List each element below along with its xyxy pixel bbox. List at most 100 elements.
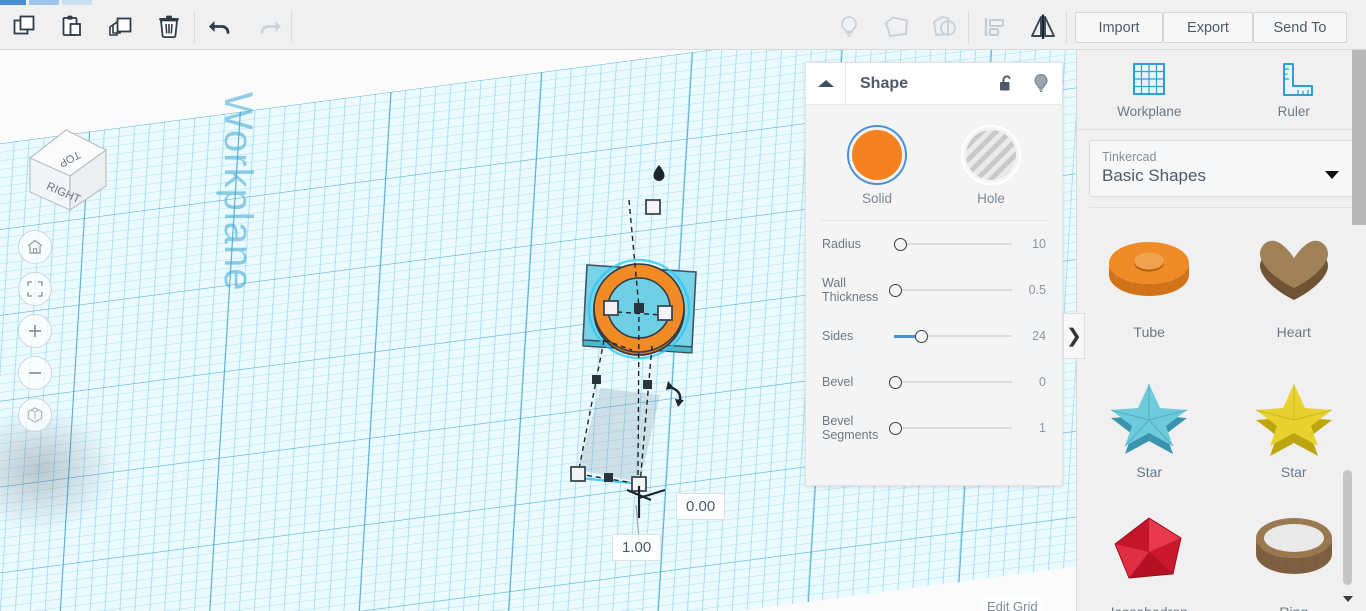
ortho-perspective-button[interactable] xyxy=(18,398,52,432)
export-button[interactable]: Export xyxy=(1163,12,1253,43)
wall-thickness-label: Wall Thickness xyxy=(822,276,879,304)
mirror-icon xyxy=(1031,14,1055,39)
paste-button[interactable] xyxy=(48,5,98,49)
height-handle-icon[interactable] xyxy=(653,165,665,181)
shape-item-star-teal[interactable]: Star xyxy=(1077,356,1222,496)
ungroup-icon xyxy=(933,16,956,36)
ring-thumb xyxy=(1244,502,1344,598)
sidebar-tool-workplane[interactable]: Workplane xyxy=(1077,50,1222,129)
toolbar-divider-2 xyxy=(291,11,292,43)
edge-handle[interactable] xyxy=(604,473,613,482)
shapes-sidebar: Workplane Ruler Tinkercad Basic Shapes T… xyxy=(1076,50,1366,611)
ungroup-button[interactable] xyxy=(920,5,970,49)
bevel-slider[interactable] xyxy=(889,372,1012,392)
duplicate-button[interactable] xyxy=(96,5,146,49)
shape-library-select[interactable]: Tinkercad Basic Shapes xyxy=(1089,140,1354,197)
fit-view-button[interactable] xyxy=(18,272,52,306)
ruler-icon xyxy=(1282,63,1313,96)
shape-item-star-yellow-label: Star xyxy=(1280,464,1307,480)
slider-knob[interactable] xyxy=(889,283,903,297)
bevel-label: Bevel xyxy=(822,375,854,389)
shape-item-heart-label: Heart xyxy=(1276,324,1311,340)
resize-handle[interactable] xyxy=(603,300,619,316)
sidebar-tool-workplane-label: Workplane xyxy=(1117,104,1182,119)
top-accent-strip xyxy=(0,0,1366,5)
slider-knob[interactable] xyxy=(894,237,907,251)
parameter-row-bevel-segments: Bevel Segments 1 xyxy=(806,405,1062,451)
undo-button[interactable] xyxy=(196,5,246,49)
slider-knob[interactable] xyxy=(889,421,903,435)
accent-segment-2 xyxy=(29,0,59,5)
workplane-grid-icon xyxy=(1133,63,1166,95)
hint-button[interactable] xyxy=(824,5,874,49)
sidebar-tools: Workplane Ruler xyxy=(1077,50,1366,130)
main-toolbar: Import Export Send To xyxy=(0,5,1366,50)
align-button[interactable] xyxy=(970,5,1020,49)
parameter-row-radius: Radius 10 xyxy=(806,221,1062,267)
measurement-chip-elevation[interactable]: 0.00 xyxy=(676,493,726,520)
shape-item-icosahedron[interactable]: Icosahedron xyxy=(1077,496,1222,611)
wall-thickness-value[interactable]: 0.5 xyxy=(1012,283,1046,297)
mirror-button[interactable] xyxy=(1018,5,1068,49)
bevel-segments-value[interactable]: 1 xyxy=(1012,421,1046,435)
accent-segment-1 xyxy=(0,0,26,5)
sides-value[interactable]: 24 xyxy=(1012,329,1046,343)
edge-handle[interactable] xyxy=(643,380,652,389)
edit-grid-button[interactable]: Edit Grid xyxy=(981,597,1044,611)
delete-icon xyxy=(159,15,179,38)
view-navigation-cube[interactable]: TOP RIGHT xyxy=(22,116,108,212)
solid-hole-selector: Solid Hole xyxy=(806,105,1062,206)
zoom-out-button[interactable] xyxy=(18,356,52,390)
shape-item-ring-label: Ring xyxy=(1279,604,1308,611)
align-icon xyxy=(984,18,1004,36)
resize-handle[interactable] xyxy=(657,305,673,321)
sidebar-tool-ruler[interactable]: Ruler xyxy=(1222,50,1366,129)
send-to-button[interactable]: Send To xyxy=(1253,12,1347,43)
delete-button[interactable] xyxy=(144,5,194,49)
resize-handle[interactable] xyxy=(645,199,661,215)
wall-thickness-slider[interactable] xyxy=(889,280,1012,300)
rotate-handle-icon[interactable] xyxy=(666,381,684,407)
minus-icon xyxy=(29,372,41,374)
parameter-row-sides: Sides 24 xyxy=(806,313,1062,359)
star-5pt-shape-icon xyxy=(1111,384,1188,454)
redo-button[interactable] xyxy=(244,5,294,49)
hole-label: Hole xyxy=(977,191,1005,206)
tube-shape-icon xyxy=(1109,242,1190,296)
shape-panel-header: Shape xyxy=(806,63,1062,105)
zoom-in-button[interactable] xyxy=(18,314,52,348)
group-button[interactable] xyxy=(872,5,922,49)
bevel-segments-slider[interactable] xyxy=(889,418,1012,438)
icosahedron-thumb xyxy=(1099,502,1199,598)
sides-slider[interactable] xyxy=(894,326,1012,346)
radius-slider[interactable] xyxy=(894,234,1012,254)
center-handle[interactable] xyxy=(634,303,644,313)
hint-toggle-button[interactable] xyxy=(1032,73,1050,94)
edge-handle[interactable] xyxy=(592,375,601,384)
slider-knob[interactable] xyxy=(889,375,903,389)
sidebar-scrollbar-thumb[interactable] xyxy=(1343,470,1352,585)
shape-panel-collapse-button[interactable] xyxy=(806,63,846,104)
shape-panel-title: Shape xyxy=(860,74,909,92)
bevel-value[interactable]: 0 xyxy=(1012,375,1046,389)
radius-value[interactable]: 10 xyxy=(1012,237,1046,251)
measurement-chip-dimension[interactable]: 1.00 xyxy=(612,534,662,561)
hole-mode-option[interactable]: Hole xyxy=(952,127,1030,206)
shape-item-tube[interactable]: Tube xyxy=(1077,216,1222,356)
shape-item-heart[interactable]: Heart xyxy=(1222,216,1366,356)
lock-toggle-button[interactable] xyxy=(998,74,1016,94)
chevron-up-icon xyxy=(817,79,834,87)
sidebar-collapse-button[interactable]: ❯ xyxy=(1063,313,1085,359)
home-view-button[interactable] xyxy=(18,230,52,264)
shape-item-tube-label: Tube xyxy=(1133,324,1165,340)
scroll-down-button[interactable] xyxy=(1340,593,1356,605)
import-button[interactable]: Import xyxy=(1075,12,1163,43)
star-teal-thumb xyxy=(1099,362,1199,458)
solid-mode-option[interactable]: Solid xyxy=(838,127,916,206)
sidebar-scroll-rail[interactable] xyxy=(1352,50,1366,225)
copy-button[interactable] xyxy=(0,5,50,49)
shape-library-selector-wrap: Tinkercad Basic Shapes xyxy=(1077,130,1366,205)
slider-knob[interactable] xyxy=(915,329,929,343)
view-controls xyxy=(18,230,56,440)
resize-handle[interactable] xyxy=(570,466,586,482)
